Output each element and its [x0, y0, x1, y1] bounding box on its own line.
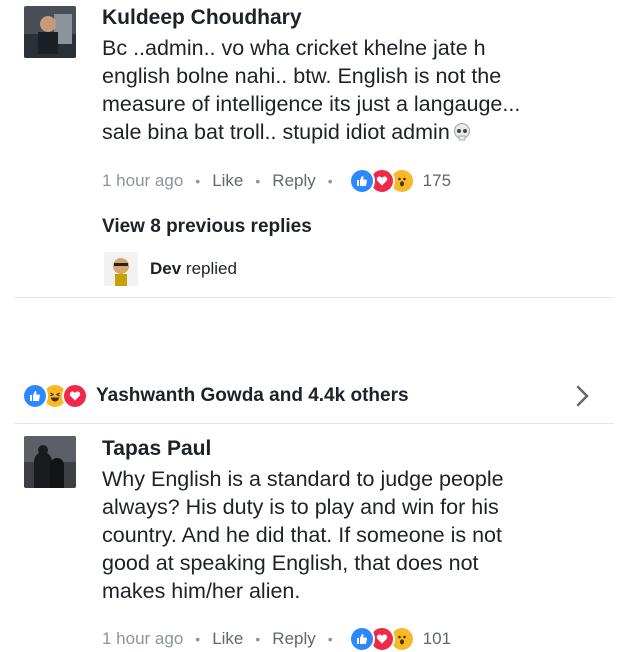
- comment-line: english bolne nahi.. btw. English is not…: [102, 64, 502, 88]
- comment-line: Bc ..admin.. vo wha cricket khelne jate …: [102, 36, 486, 60]
- reply-preview[interactable]: Dev replied: [150, 259, 237, 279]
- comment-line: Why English is a standard to judge peopl…: [102, 467, 504, 491]
- comment-line: makes him/her alien.: [102, 579, 301, 603]
- separator-dot: •: [255, 631, 261, 647]
- reaction-summary-text[interactable]: Yashwanth Gowda and 4.4k others: [96, 385, 409, 407]
- separator-dot: •: [327, 173, 333, 189]
- reply-link[interactable]: Reply: [272, 171, 315, 191]
- reaction-summary[interactable]: [348, 168, 415, 194]
- comment-meta: 1 hour ago • Like • Reply • 101: [102, 626, 451, 652]
- comment-body: Why English is a standard to judge peopl…: [102, 465, 622, 605]
- comment-author[interactable]: Tapas Paul: [102, 437, 211, 461]
- like-icon: [348, 168, 375, 194]
- like-icon: [348, 626, 375, 652]
- like-link[interactable]: Like: [212, 171, 243, 191]
- comment-line: sale bina bat troll.. stupid idiot admin: [102, 118, 622, 149]
- comment-author[interactable]: Kuldeep Choudhary: [102, 6, 302, 30]
- avatar-tapas[interactable]: [24, 436, 76, 488]
- comment-line: country. And he did that. If someone is …: [102, 523, 502, 547]
- comment-line: always? His duty is to play and win for …: [102, 495, 499, 519]
- view-previous-replies[interactable]: View 8 previous replies: [102, 216, 312, 238]
- comment-time[interactable]: 1 hour ago: [102, 629, 183, 649]
- chevron-right-icon[interactable]: [574, 384, 592, 413]
- skull-icon: [452, 121, 472, 149]
- comment-meta: 1 hour ago • Like • Reply • 175: [102, 168, 451, 194]
- comment-line: good at speaking English, that does not: [102, 551, 479, 575]
- separator-dot: •: [195, 631, 201, 647]
- section-divider: [14, 423, 614, 424]
- love-icon: [62, 383, 88, 409]
- section-divider: [14, 297, 614, 298]
- separator-dot: •: [195, 173, 201, 189]
- comment-line: measure of intelligence its just a langa…: [102, 92, 521, 116]
- reaction-summary[interactable]: [348, 626, 415, 652]
- comment-body: Bc ..admin.. vo wha cricket khelne jate …: [102, 34, 622, 149]
- reply-action: replied: [185, 259, 237, 278]
- separator-dot: •: [327, 631, 333, 647]
- avatar-kuldeep[interactable]: [24, 6, 76, 58]
- separator-dot: •: [255, 173, 261, 189]
- reaction-count[interactable]: 101: [423, 629, 451, 649]
- avatar-dev[interactable]: [104, 252, 138, 286]
- reply-link[interactable]: Reply: [272, 629, 315, 649]
- post-reactions-bar[interactable]: Yashwanth Gowda and 4.4k others: [22, 383, 409, 409]
- reply-author[interactable]: Dev: [150, 259, 181, 278]
- like-icon: [22, 383, 48, 409]
- post-reaction-icons: [22, 383, 88, 409]
- comment-time[interactable]: 1 hour ago: [102, 171, 183, 191]
- reaction-count[interactable]: 175: [423, 171, 451, 191]
- like-link[interactable]: Like: [212, 629, 243, 649]
